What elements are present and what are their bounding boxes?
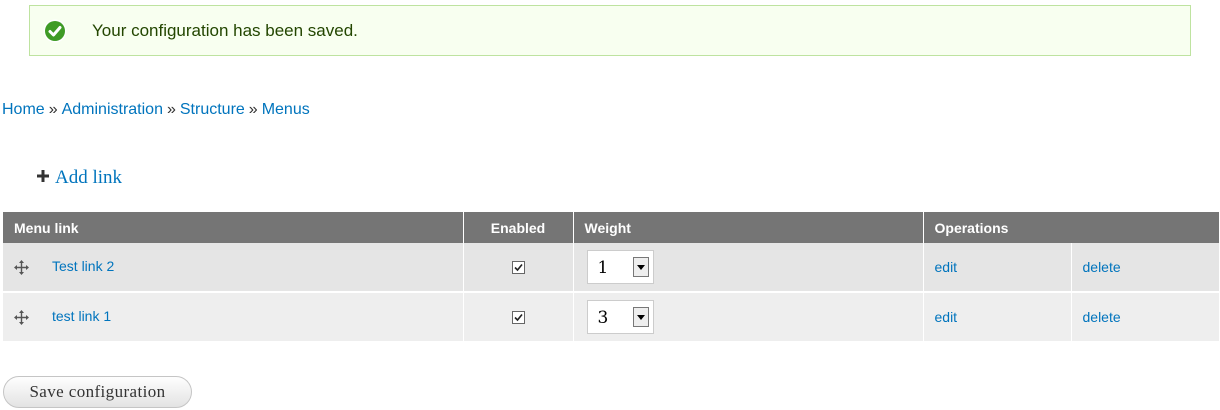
- add-link-action[interactable]: Add link: [37, 166, 122, 189]
- weight-cell: 3: [573, 292, 924, 343]
- header-enabled: Enabled: [463, 212, 574, 243]
- dropdown-arrow-icon[interactable]: [632, 307, 649, 327]
- weight-cell: 1: [573, 243, 924, 293]
- header-menu-link: Menu link: [3, 212, 464, 243]
- edit-cell: edit: [923, 243, 1072, 293]
- save-configuration-button[interactable]: Save configuration: [3, 376, 192, 408]
- delete-link[interactable]: delete: [1083, 259, 1121, 275]
- dropdown-arrow-icon[interactable]: [632, 257, 649, 277]
- status-text: Your configuration has been saved.: [92, 21, 358, 40]
- edit-link[interactable]: edit: [935, 259, 958, 275]
- breadcrumb-separator: »: [248, 101, 258, 118]
- weight-select[interactable]: 1: [586, 250, 654, 284]
- check-icon: [43, 19, 67, 43]
- breadcrumb-administration[interactable]: Administration: [62, 101, 163, 118]
- weight-value: 1: [597, 258, 609, 278]
- table-header-row: Menu link Enabled Weight Operations: [3, 212, 1219, 243]
- menu-links-table: Menu link Enabled Weight Operations Test…: [3, 212, 1219, 343]
- breadcrumb: Home» Administration» Structure» Menus: [2, 101, 310, 119]
- enabled-cell: [463, 292, 574, 343]
- menu-link-title[interactable]: test link 1: [52, 308, 111, 324]
- header-weight: Weight: [573, 212, 924, 243]
- drag-handle-icon[interactable]: [14, 260, 29, 275]
- breadcrumb-separator: »: [166, 101, 176, 118]
- enabled-checkbox[interactable]: [511, 261, 525, 274]
- delete-cell: delete: [1071, 243, 1219, 293]
- breadcrumb-structure[interactable]: Structure: [180, 101, 245, 118]
- add-link-label: Add link: [55, 167, 123, 188]
- menu-link-cell: Test link 2: [3, 243, 464, 293]
- menu-link-title[interactable]: Test link 2: [52, 258, 114, 274]
- table-row: Test link 2 1 edit delete: [3, 243, 1219, 293]
- drag-handle-icon[interactable]: [14, 310, 29, 325]
- breadcrumb-separator: »: [48, 101, 58, 118]
- breadcrumb-menus[interactable]: Menus: [262, 101, 310, 118]
- enabled-checkbox[interactable]: [511, 311, 525, 324]
- enabled-cell: [463, 243, 574, 293]
- edit-cell: edit: [923, 292, 1072, 343]
- weight-value: 3: [597, 308, 609, 328]
- delete-cell: delete: [1071, 292, 1219, 343]
- edit-link[interactable]: edit: [935, 309, 958, 325]
- plus-icon: [37, 166, 49, 182]
- header-operations: Operations: [923, 212, 1219, 243]
- breadcrumb-home[interactable]: Home: [2, 101, 45, 118]
- table-row: test link 1 3 edit delete: [3, 292, 1219, 343]
- weight-select[interactable]: 3: [586, 300, 654, 334]
- menu-link-cell: test link 1: [3, 292, 464, 343]
- delete-link[interactable]: delete: [1083, 309, 1121, 325]
- status-message: Your configuration has been saved.: [29, 5, 1191, 56]
